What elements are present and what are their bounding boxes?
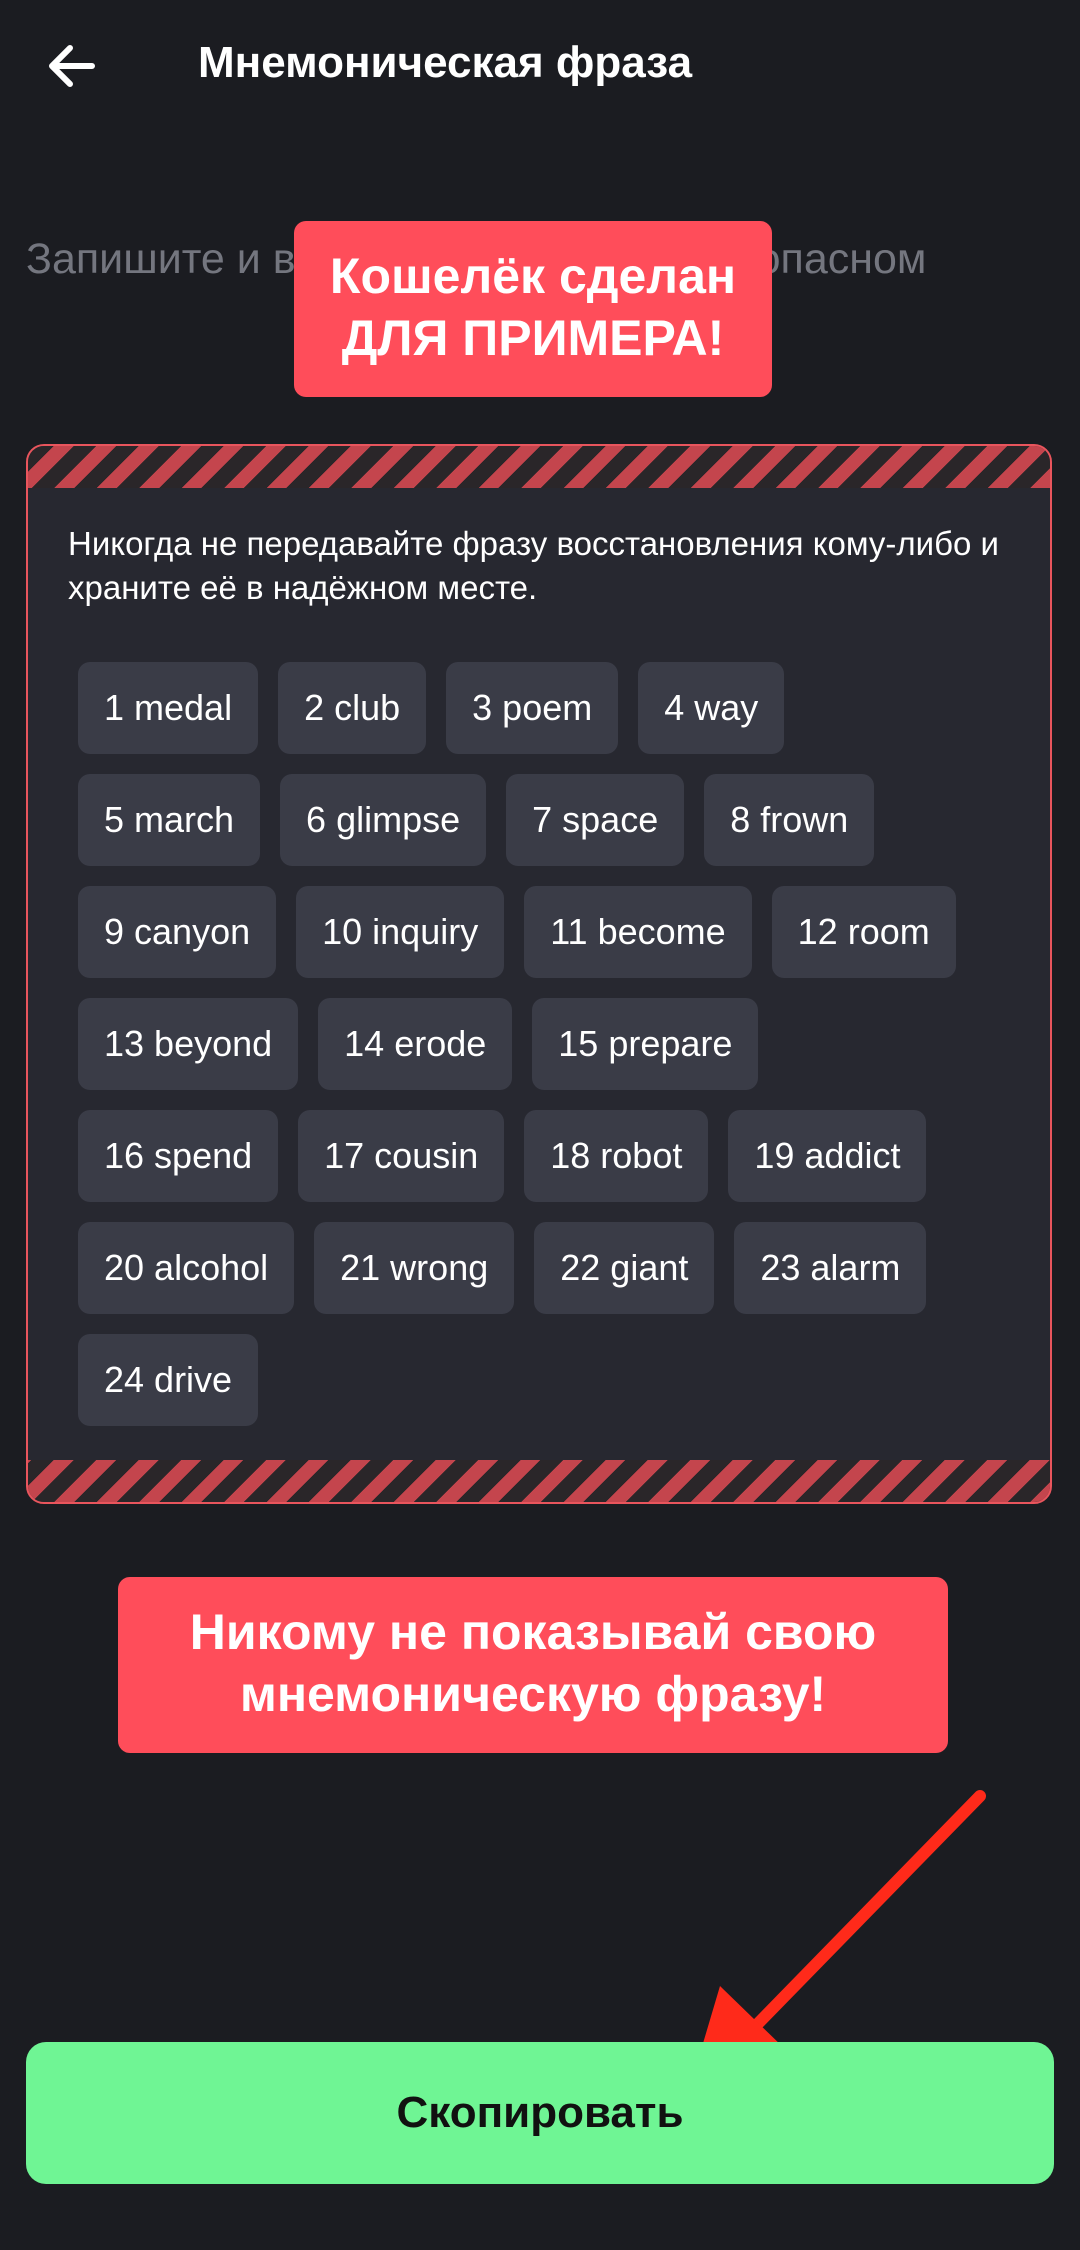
mnemonic-card: Никогда не передавайте фразу восстановле… bbox=[26, 444, 1052, 1504]
word-row: 9 canyon 10 inquiry 11 become 12 room bbox=[78, 886, 1028, 978]
security-warning: Никогда не передавайте фразу восстановле… bbox=[68, 525, 999, 606]
word-row: 13 beyond 14 erode 15 prepare bbox=[78, 998, 1028, 1090]
word-chip: 2 club bbox=[278, 662, 427, 754]
word-row: 20 alcohol 21 wrong 22 giant 23 alarm bbox=[78, 1222, 1028, 1314]
page-title: Мнемоническая фраза bbox=[198, 38, 693, 87]
word-chip: 10 inquiry bbox=[296, 886, 505, 978]
word-chip: 18 robot bbox=[524, 1110, 709, 1202]
word-chip: 3 poem bbox=[446, 662, 619, 754]
word-chip: 15 prepare bbox=[532, 998, 759, 1090]
warning-stripes-top bbox=[28, 446, 1050, 488]
word-chip: 12 room bbox=[771, 886, 956, 978]
word-chip: 23 alarm bbox=[734, 1222, 927, 1314]
dont-share-sticker: Никому не показывай свою мнемоническую ф… bbox=[118, 1577, 948, 1753]
word-row: 24 drive bbox=[78, 1334, 1028, 1426]
word-chip: 24 drive bbox=[78, 1334, 259, 1426]
word-chip: 1 medal bbox=[78, 662, 259, 754]
arrow-left-icon bbox=[49, 45, 95, 87]
example-wallet-sticker: Кошелёк сделан ДЛЯ ПРИМЕРА! bbox=[294, 221, 772, 397]
word-row: 5 march 6 glimpse 7 space 8 frown bbox=[78, 774, 1028, 866]
word-chip: 14 erode bbox=[318, 998, 513, 1090]
word-chip: 16 spend bbox=[78, 1110, 279, 1202]
word-chip: 21 wrong bbox=[314, 1222, 515, 1314]
word-chip: 7 space bbox=[506, 774, 685, 866]
word-chip: 8 frown bbox=[704, 774, 875, 866]
word-row: 16 spend 17 cousin 18 robot 19 addict bbox=[78, 1110, 1028, 1202]
word-chip: 6 glimpse bbox=[280, 774, 487, 866]
word-chip: 11 become bbox=[524, 886, 752, 978]
word-chip: 17 cousin bbox=[298, 1110, 505, 1202]
word-chip: 13 beyond bbox=[78, 998, 299, 1090]
copy-button[interactable]: Скопировать bbox=[26, 2042, 1054, 2184]
warning-stripes-bottom bbox=[28, 1460, 1050, 1502]
word-chip: 20 alcohol bbox=[78, 1222, 295, 1314]
word-chip: 5 march bbox=[78, 774, 261, 866]
word-chip: 9 canyon bbox=[78, 886, 277, 978]
word-chip: 4 way bbox=[638, 662, 785, 754]
word-chip: 19 addict bbox=[728, 1110, 927, 1202]
back-button[interactable] bbox=[40, 34, 104, 98]
word-row: 1 medal 2 club 3 poem 4 way bbox=[78, 662, 1028, 754]
word-chip: 22 giant bbox=[534, 1222, 715, 1314]
top-bar: Мнемоническая фраза bbox=[0, 0, 1080, 140]
word-grid: 1 medal 2 club 3 poem 4 way 5 march 6 gl… bbox=[78, 662, 1028, 1446]
